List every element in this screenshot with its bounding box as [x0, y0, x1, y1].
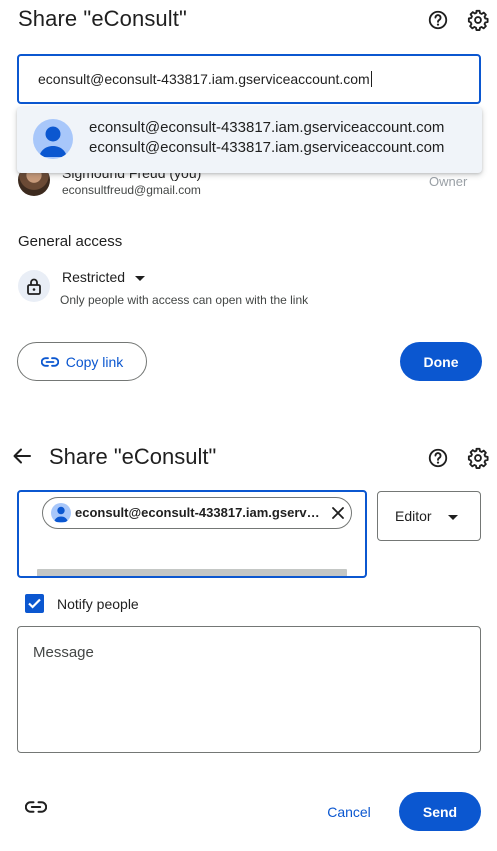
check-icon [28, 598, 41, 609]
suggestion-email: econsult@econsult-433817.iam.gserviceacc… [89, 139, 445, 156]
help-icon[interactable] [426, 446, 450, 470]
send-button[interactable]: Send [399, 792, 481, 831]
message-textarea[interactable] [17, 626, 481, 753]
lock-icon [18, 270, 50, 302]
caret-down-icon [135, 269, 146, 285]
recipients-field[interactable]: econsult@econsult-433817.iam.gserviceacc… [17, 490, 367, 578]
copy-link-button[interactable]: Copy link [17, 342, 147, 381]
invite-dialog-title: Share "eConsult" [49, 444, 217, 469]
people-search-box[interactable]: econsult@econsult-433817.iam.gserviceacc… [17, 54, 481, 104]
owner-email: econsultfreud@gmail.com [62, 183, 201, 197]
general-access-description: Only people with access can open with th… [60, 293, 309, 307]
owner-role: Owner [429, 174, 468, 189]
suggestion-name: econsult@econsult-433817.iam.gserviceacc… [89, 119, 445, 136]
link-icon [40, 354, 59, 370]
gear-icon[interactable] [466, 446, 490, 470]
gear-icon[interactable] [466, 8, 490, 32]
arrow-back-icon[interactable] [10, 444, 34, 468]
recipient-chip[interactable]: econsult@econsult-433817.iam.gserviceacc… [42, 497, 352, 529]
general-access-heading: General access [18, 233, 123, 250]
role-select-value: Editor [395, 508, 432, 524]
cancel-button[interactable]: Cancel [318, 792, 380, 831]
help-icon[interactable] [426, 8, 450, 32]
person-avatar-icon [33, 119, 73, 159]
done-button[interactable]: Done [400, 342, 482, 381]
recipient-chip-email: econsult@econsult-433817.iam.gserviceacc… [75, 505, 323, 520]
notify-people-checkbox[interactable] [25, 594, 44, 613]
people-search-input[interactable]: econsult@econsult-433817.iam.gserviceacc… [38, 71, 372, 87]
suggestion-dropdown[interactable]: econsult@econsult-433817.iam.gserviceacc… [17, 107, 482, 173]
caret-down-icon [448, 508, 458, 524]
copy-link-label: Copy link [65, 353, 124, 370]
general-access-level: Restricted [62, 269, 126, 285]
person-avatar-icon [51, 503, 71, 523]
share-dialog-title: Share "eConsult" [18, 6, 187, 31]
link-icon[interactable] [24, 800, 48, 818]
general-access-select[interactable]: Restricted [62, 269, 146, 285]
close-icon[interactable] [330, 505, 346, 521]
notify-people-label: Notify people [57, 596, 139, 612]
horizontal-scrollbar[interactable] [37, 569, 347, 576]
role-select[interactable]: Editor [377, 491, 481, 541]
